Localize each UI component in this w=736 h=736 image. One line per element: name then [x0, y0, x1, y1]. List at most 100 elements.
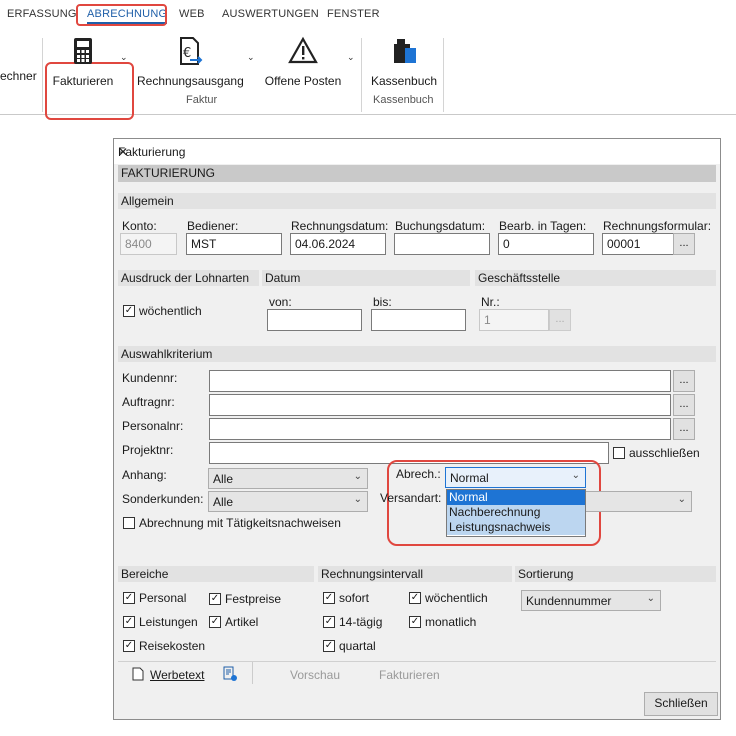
toolbar-separator [252, 662, 253, 684]
konto-field[interactable]: 8400 [120, 233, 177, 255]
chevron-down-icon: ⌄ [571, 470, 580, 481]
leistungen-label: Leistungen [139, 615, 198, 629]
sofort-checkbox[interactable]: ✓ [323, 592, 335, 604]
fakturieren-action-button[interactable]: Fakturieren [379, 668, 440, 682]
chevron-down-icon[interactable]: ⌄ [120, 52, 128, 63]
kundennr-field[interactable] [209, 370, 671, 392]
warning-icon [288, 36, 318, 66]
offene-posten-button[interactable]: Offene Posten [264, 36, 342, 88]
ribbon-tab-bar: ERFASSUNG ABRECHNUNG WEB AUSWERTUNGEN FE… [0, 0, 736, 32]
chevron-down-icon[interactable]: ⌄ [347, 52, 355, 63]
abrech-option-nachberechnung[interactable]: Nachberechnung [447, 505, 585, 520]
abrech-option-normal[interactable]: Normal [447, 490, 585, 505]
konto-label: Konto: [122, 219, 157, 233]
highlight-abrechnung-tab [76, 4, 167, 26]
bis-label: bis: [373, 295, 392, 309]
anhang-value: Alle [213, 472, 234, 486]
rechnungsdatum-label: Rechnungsdatum: [291, 219, 389, 233]
rechnungsdatum-field[interactable]: 04.06.2024 [290, 233, 386, 255]
close-icon[interactable]: ✕ [118, 145, 712, 159]
group-label-faktur: Faktur [186, 94, 218, 106]
geschaeftsstelle-browse-button[interactable]: ... [549, 309, 571, 331]
festpreise-checkbox[interactable]: ✓ [209, 593, 221, 605]
fakturieren-button[interactable]: Fakturieren [52, 36, 114, 88]
geschaeftsstelle-nr-field[interactable]: 1 [479, 309, 549, 331]
euro-document-icon: € [174, 36, 204, 66]
bediener-field[interactable]: MST [186, 233, 282, 255]
abrech-option-leistungsnachweis[interactable]: Leistungsnachweis [447, 520, 585, 535]
festpreise-label: Festpreise [225, 592, 282, 606]
schliessen-button[interactable]: Schließen [644, 692, 718, 716]
rechnungsausgang-button[interactable]: € Rechnungsausgang [137, 36, 244, 88]
personal-label: Personal [139, 591, 187, 605]
bearb-tage-field[interactable]: 0 [498, 233, 594, 255]
kassenbuch-button[interactable]: Kassenbuch [371, 36, 437, 88]
chevron-down-icon: ⌄ [677, 494, 686, 505]
reisekosten-label: Reisekosten [139, 639, 206, 653]
anhang-label: Anhang: [122, 468, 167, 482]
sonderkunden-select[interactable]: Alle ⌄ [208, 491, 368, 512]
sofort-label: sofort [339, 591, 370, 605]
section-rechnungsintervall: Rechnungsintervall [318, 566, 512, 582]
dialog-toolbar: Werbetext Vorschau Fakturieren [118, 661, 716, 686]
abrech-label: Abrech.: [396, 467, 441, 481]
rechnungsformular-field[interactable]: 00001 [602, 233, 674, 255]
datum-bis-field[interactable] [371, 309, 466, 331]
fakturieren-label: Fakturieren [52, 74, 114, 88]
von-label: von: [269, 295, 292, 309]
woechentlich-lohnart-checkbox[interactable]: ✓ [123, 305, 135, 317]
tab-fenster[interactable]: FENSTER [327, 8, 380, 20]
kundennr-label: Kundennr: [122, 371, 178, 385]
versandart-select[interactable]: ⌄ [584, 491, 692, 512]
rechnungsformular-label: Rechnungsformular: [603, 219, 712, 233]
document-icon [132, 667, 144, 681]
nr-label: Nr.: [481, 295, 500, 309]
artikel-checkbox[interactable]: ✓ [209, 616, 221, 628]
chevron-down-icon[interactable]: ⌄ [247, 52, 255, 63]
personalnr-field[interactable] [209, 418, 671, 440]
werbetext-button[interactable]: Werbetext [150, 668, 204, 682]
14-taegig-label: 14-tägig [339, 615, 383, 629]
leistungen-checkbox[interactable]: ✓ [123, 616, 135, 628]
datum-von-field[interactable] [267, 309, 362, 331]
buchungsdatum-field[interactable] [394, 233, 490, 255]
kundennr-browse-button[interactable]: ... [673, 370, 695, 392]
ausschliessen-checkbox[interactable] [613, 447, 625, 459]
auftragnr-label: Auftragnr: [122, 395, 175, 409]
dialog-titlebar: Fakturierung ✕ [114, 139, 720, 164]
auftragnr-browse-button[interactable]: ... [673, 394, 695, 416]
ribbon-cut-button[interactable]: echner [0, 69, 37, 83]
vorschau-button[interactable]: Vorschau [290, 668, 340, 682]
svg-text:€: € [183, 46, 191, 61]
section-sortierung: Sortierung [515, 566, 716, 582]
taetigkeitsnachweis-label: Abrechnung mit Tätigkeitsnachweisen [139, 516, 341, 530]
ribbon: echner Fakturieren ⌄ € Rechnungsausgang … [0, 32, 736, 120]
personal-checkbox[interactable]: ✓ [123, 592, 135, 604]
personalnr-browse-button[interactable]: ... [673, 418, 695, 440]
chevron-down-icon: ⌄ [353, 471, 362, 482]
quartal-checkbox[interactable]: ✓ [323, 640, 335, 652]
sortierung-select[interactable]: Kundennummer ⌄ [521, 590, 661, 611]
monatlich-checkbox[interactable]: ✓ [409, 616, 421, 628]
dialog-header: FAKTURIERUNG [118, 165, 716, 182]
woechentlich-checkbox[interactable]: ✓ [409, 592, 421, 604]
tab-erfassung[interactable]: ERFASSUNG [7, 8, 77, 20]
14-taegig-checkbox[interactable]: ✓ [323, 616, 335, 628]
reisekosten-checkbox[interactable]: ✓ [123, 640, 135, 652]
buchungsdatum-label: Buchungsdatum: [395, 219, 486, 233]
anhang-select[interactable]: Alle ⌄ [208, 468, 368, 489]
calculator-icon [68, 36, 98, 66]
section-bereiche: Bereiche [118, 566, 314, 582]
ribbon-separator [361, 38, 362, 112]
abrech-select[interactable]: Normal ⌄ [445, 467, 586, 488]
tab-auswertungen[interactable]: AUSWERTUNGEN [222, 8, 319, 20]
woechentlich-label: wöchentlich [425, 591, 488, 605]
section-geschaeftsstelle: Geschäftsstelle [475, 270, 716, 286]
tab-web[interactable]: WEB [179, 8, 205, 20]
taetigkeitsnachweis-checkbox[interactable] [123, 517, 135, 529]
bearb-tage-label: Bearb. in Tagen: [499, 219, 587, 233]
settings-document-icon[interactable] [222, 666, 238, 682]
formular-browse-button[interactable]: ... [673, 233, 695, 255]
auftragnr-field[interactable] [209, 394, 671, 416]
rechnungsausgang-label: Rechnungsausgang [137, 74, 244, 88]
